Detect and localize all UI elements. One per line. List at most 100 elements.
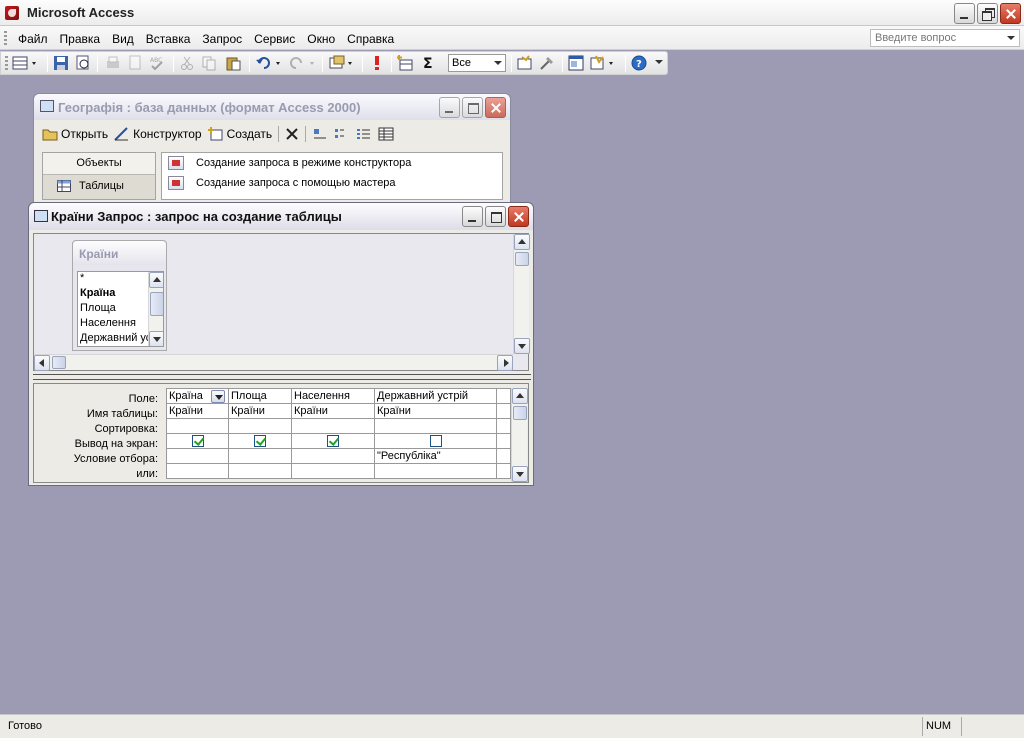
grid-cell[interactable] — [496, 403, 511, 419]
grid-cell[interactable]: Країна — [166, 388, 229, 404]
grid-cell[interactable] — [228, 463, 292, 479]
grid-cell[interactable]: "Республіка" — [374, 448, 497, 464]
pane-splitter[interactable] — [33, 374, 531, 380]
open-button[interactable]: Открыть — [42, 127, 108, 141]
grid-cell[interactable]: Країни — [228, 403, 292, 419]
table-pane-hscroll[interactable] — [34, 354, 513, 371]
grid-cell[interactable]: Країни — [166, 403, 229, 419]
query-minimize-button[interactable] — [462, 206, 483, 227]
grid-cell[interactable] — [496, 448, 511, 464]
view-icon[interactable] — [12, 55, 36, 71]
menu-tools[interactable]: Сервис — [248, 26, 301, 50]
query-close-button[interactable] — [508, 206, 529, 227]
grid-cell[interactable]: Країни — [374, 403, 497, 419]
grid-cell[interactable] — [228, 448, 292, 464]
menu-view[interactable]: Вид — [106, 26, 140, 50]
grid-cell[interactable]: Державний устрій — [374, 388, 497, 404]
grid-cell[interactable] — [496, 463, 511, 479]
grid-cell[interactable] — [291, 448, 375, 464]
show-table-icon[interactable] — [397, 55, 413, 71]
scroll-right-icon[interactable] — [497, 355, 513, 371]
preview-icon[interactable] — [127, 55, 143, 71]
scroll-down-icon[interactable] — [512, 466, 528, 482]
small-icons-icon[interactable] — [334, 127, 350, 141]
database-maximize-button[interactable] — [462, 97, 483, 118]
query-type-icon[interactable] — [329, 55, 352, 71]
table-field-list[interactable]: Країни * Країна Площа Населення Державни… — [72, 240, 167, 351]
grid-cell[interactable]: Площа — [228, 388, 292, 404]
grid-cell[interactable] — [166, 418, 229, 434]
grid-cell[interactable] — [374, 463, 497, 479]
list-item[interactable]: Создание запроса с помощью мастера — [162, 173, 502, 193]
grid-cell[interactable] — [291, 418, 375, 434]
grid-cell[interactable] — [496, 433, 511, 449]
app-restore-button[interactable] — [977, 3, 998, 24]
redo-icon[interactable] — [289, 55, 314, 71]
details-view-icon[interactable] — [378, 127, 394, 141]
scroll-down-icon[interactable] — [149, 331, 163, 346]
menu-window[interactable]: Окно — [301, 26, 341, 50]
print-icon[interactable] — [105, 55, 121, 71]
scroll-up-icon[interactable] — [149, 272, 163, 288]
new-object-icon[interactable] — [590, 55, 613, 71]
toolbar-grip[interactable] — [5, 56, 8, 71]
menu-file[interactable]: Файл — [12, 26, 54, 50]
grid-cell[interactable] — [166, 448, 229, 464]
grid-cell[interactable] — [374, 418, 497, 434]
top-values-combo[interactable]: Все — [448, 54, 506, 72]
show-checkbox[interactable] — [191, 434, 204, 447]
grid-cell[interactable] — [496, 388, 511, 404]
scroll-up-icon[interactable] — [512, 388, 528, 404]
cut-icon[interactable] — [179, 55, 195, 71]
grid-cell[interactable]: Країни — [291, 403, 375, 419]
totals-icon[interactable]: Σ — [421, 55, 437, 72]
grid-cell[interactable] — [496, 418, 511, 434]
grid-vscroll[interactable] — [511, 388, 528, 482]
spelling-icon[interactable]: ABC — [149, 55, 165, 71]
run-icon[interactable] — [369, 55, 385, 71]
table-pane-vscroll[interactable] — [513, 234, 530, 354]
scroll-up-icon[interactable] — [514, 234, 530, 250]
design-button[interactable]: Конструктор — [114, 127, 202, 141]
menu-help[interactable]: Справка — [341, 26, 400, 50]
delete-icon[interactable] — [285, 127, 299, 141]
undo-icon[interactable] — [255, 55, 280, 71]
help-icon[interactable]: ? — [631, 55, 647, 71]
create-button[interactable]: Создать — [207, 127, 272, 141]
show-checkbox[interactable] — [429, 434, 442, 447]
copy-icon[interactable] — [201, 55, 217, 71]
query-maximize-button[interactable] — [485, 206, 506, 227]
database-window-icon[interactable] — [568, 55, 584, 71]
save-icon[interactable] — [53, 55, 69, 71]
grid-cell[interactable]: Населення — [291, 388, 375, 404]
properties-icon[interactable] — [517, 55, 533, 71]
paste-icon[interactable] — [225, 55, 241, 71]
menu-edit[interactable]: Правка — [54, 26, 107, 50]
scroll-thumb[interactable] — [515, 252, 529, 266]
menu-grip[interactable] — [4, 31, 7, 45]
list-item[interactable]: Создание запроса в режиме конструктора — [162, 153, 502, 173]
grid-cell[interactable] — [291, 463, 375, 479]
show-checkbox[interactable] — [254, 434, 266, 447]
print-preview-icon[interactable] — [75, 55, 91, 71]
database-minimize-button[interactable] — [439, 97, 460, 118]
build-icon[interactable] — [539, 55, 555, 71]
table-field-list-title[interactable]: Країни — [73, 241, 166, 265]
scroll-left-icon[interactable] — [34, 355, 50, 371]
objects-item-tables[interactable]: Таблицы — [43, 175, 155, 197]
scroll-thumb[interactable] — [513, 406, 527, 420]
scroll-thumb[interactable] — [52, 356, 66, 369]
scroll-thumb[interactable] — [150, 292, 163, 316]
large-icons-icon[interactable] — [312, 127, 328, 141]
app-minimize-button[interactable] — [954, 3, 975, 24]
field-dropdown-button[interactable] — [211, 390, 225, 403]
ask-question-box[interactable]: Введите вопрос — [870, 29, 1020, 47]
list-view-icon[interactable] — [356, 127, 372, 141]
field-list-scrollbar[interactable] — [148, 272, 163, 346]
objects-header[interactable]: Объекты — [43, 153, 155, 175]
grid-cell[interactable] — [166, 463, 229, 479]
menu-query[interactable]: Запрос — [196, 26, 248, 50]
toolbar-options-icon[interactable] — [655, 60, 663, 68]
menu-insert[interactable]: Вставка — [140, 26, 197, 50]
show-checkbox[interactable] — [327, 434, 339, 447]
